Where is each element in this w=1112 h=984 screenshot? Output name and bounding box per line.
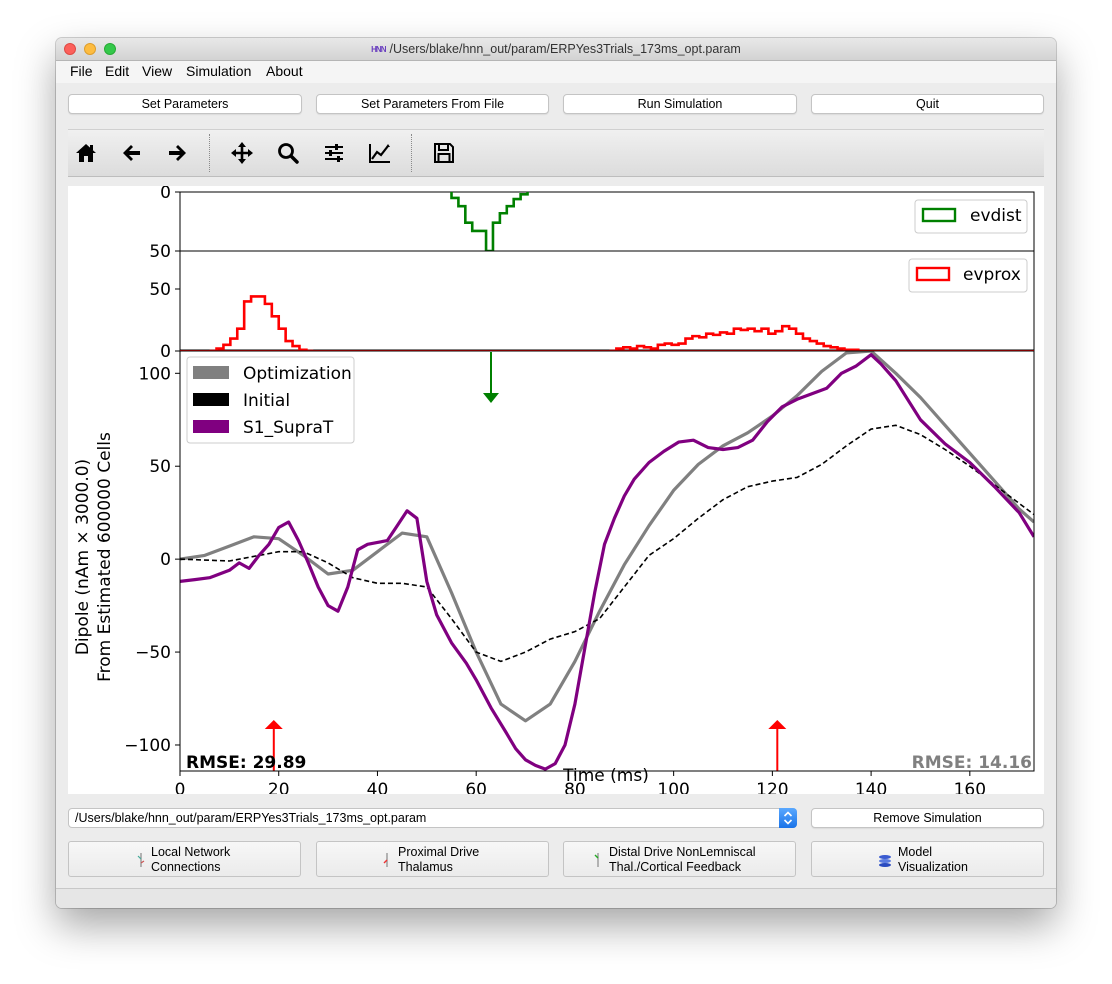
button-label-line2: Connections bbox=[151, 860, 221, 874]
button-label-line2: Visualization bbox=[898, 860, 968, 874]
y-tick-label: 0 bbox=[160, 550, 171, 570]
x-tick-label: 100 bbox=[657, 780, 689, 794]
button-label-line1: Proximal Drive bbox=[398, 845, 480, 859]
evdist-legend-label: evdist bbox=[970, 206, 1022, 226]
menu-simulation[interactable]: Simulation bbox=[186, 63, 251, 79]
legend-swatch bbox=[193, 420, 229, 433]
menu-about[interactable]: About bbox=[266, 63, 303, 79]
y-tick-label: 50 bbox=[149, 242, 171, 262]
evdist-axes bbox=[179, 191, 1035, 252]
run-simulation-button[interactable]: Run Simulation bbox=[563, 94, 797, 114]
menu-bar: File Edit View Simulation About bbox=[56, 61, 1056, 83]
x-axis-label: Time (ms) bbox=[562, 766, 649, 786]
menu-view[interactable]: View bbox=[142, 63, 172, 79]
distal-drive-button[interactable]: Distal Drive NonLemniscal Thal./Cortical … bbox=[563, 841, 796, 877]
save-icon[interactable] bbox=[430, 139, 458, 167]
zoom-icon[interactable] bbox=[274, 139, 302, 167]
y-axis-label-line1: Dipole (nAm × 3000.0) bbox=[73, 459, 93, 655]
back-icon[interactable] bbox=[118, 139, 146, 167]
proximal-drive-thalamus-button[interactable]: Proximal Drive Thalamus bbox=[316, 841, 549, 877]
toolbar-separator bbox=[411, 134, 412, 172]
proximal-drive-icon bbox=[381, 851, 393, 869]
button-label-line2: Thal./Cortical Feedback bbox=[609, 860, 742, 874]
rmse-initial-label: RMSE: 29.89 bbox=[186, 753, 306, 773]
menu-edit[interactable]: Edit bbox=[105, 63, 129, 79]
quit-button[interactable]: Quit bbox=[811, 94, 1044, 114]
y-axis-label: Dipole (nAm × 3000.0) From Estimated 6000… bbox=[73, 432, 115, 682]
chevron-updown-icon[interactable] bbox=[779, 808, 797, 828]
button-label-line1: Model bbox=[898, 845, 933, 859]
set-parameters-button[interactable]: Set Parameters bbox=[68, 94, 302, 114]
y-axis-label-line2: From Estimated 600000 Cells bbox=[95, 432, 115, 682]
evprox-axes bbox=[179, 250, 1035, 351]
network-icon bbox=[135, 851, 147, 869]
button-label-line1: Distal Drive NonLemniscal bbox=[609, 845, 756, 859]
main-legend: Optimization Initial S1_SupraT bbox=[186, 356, 355, 444]
remove-simulation-button[interactable]: Remove Simulation bbox=[811, 808, 1044, 828]
pan-icon[interactable] bbox=[228, 139, 256, 167]
menu-file[interactable]: File bbox=[70, 63, 93, 79]
plot-canvas[interactable]: 0 50 evdist 50 0 evprox 0 20 40 60 80 100 120 140 16… bbox=[68, 186, 1044, 794]
edit-axis-icon[interactable] bbox=[366, 139, 394, 167]
status-bar bbox=[56, 888, 1056, 908]
y-tick-label: 50 bbox=[149, 457, 171, 477]
y-tick-label: −50 bbox=[135, 643, 171, 663]
model-visualization-button[interactable]: Model Visualization bbox=[811, 841, 1044, 877]
x-tick-label: 60 bbox=[465, 780, 487, 794]
app-window: HNN/Users/blake/hnn_out/param/ERPYes3Tri… bbox=[56, 38, 1056, 908]
param-file-select[interactable]: /Users/blake/hnn_out/param/ERPYes3Trials… bbox=[68, 808, 797, 828]
button-label-line2: Thalamus bbox=[398, 860, 453, 874]
x-tick-label: 40 bbox=[367, 780, 389, 794]
legend-label: S1_SupraT bbox=[243, 418, 334, 438]
button-label-line1: Local Network bbox=[151, 845, 231, 859]
legend-swatch bbox=[193, 393, 229, 406]
x-tick-label: 120 bbox=[756, 780, 788, 794]
param-file-select-value: /Users/blake/hnn_out/param/ERPYes3Trials… bbox=[75, 811, 427, 825]
y-tick-label: 0 bbox=[160, 342, 171, 362]
plot-toolbar bbox=[68, 129, 1044, 177]
forward-icon[interactable] bbox=[163, 139, 191, 167]
model-visualization-icon bbox=[878, 851, 891, 869]
x-tick-label: 140 bbox=[855, 780, 887, 794]
legend-label: Initial bbox=[243, 391, 290, 411]
set-parameters-from-file-button[interactable]: Set Parameters From File bbox=[316, 94, 549, 114]
evprox-legend-label: evprox bbox=[963, 265, 1021, 285]
legend-swatch bbox=[193, 366, 229, 379]
window-title: /Users/blake/hnn_out/param/ERPYes3Trials… bbox=[389, 42, 741, 56]
toolbar-separator bbox=[209, 134, 210, 172]
y-tick-label: 50 bbox=[149, 280, 171, 300]
home-icon[interactable] bbox=[72, 139, 100, 167]
x-tick-label: 20 bbox=[268, 780, 290, 794]
rmse-optimization-label: RMSE: 14.16 bbox=[912, 753, 1032, 773]
x-tick-label: 0 bbox=[175, 780, 186, 794]
dipole-chart: 050evdist 500evprox 0 20 40 60 80 100 120 140 16… bbox=[73, 186, 1035, 794]
distal-drive-icon bbox=[592, 851, 604, 869]
x-tick-label: 160 bbox=[954, 780, 986, 794]
y-tick-label: 100 bbox=[139, 364, 171, 384]
y-tick-label: 0 bbox=[160, 186, 171, 203]
configure-subplots-icon[interactable] bbox=[320, 139, 348, 167]
legend-label: Optimization bbox=[243, 364, 352, 384]
app-logo-icon: HNN bbox=[371, 45, 386, 54]
title-bar[interactable]: HNN/Users/blake/hnn_out/param/ERPYes3Tri… bbox=[56, 38, 1056, 61]
y-tick-label: −100 bbox=[124, 736, 171, 756]
local-network-connections-button[interactable]: Local Network Connections bbox=[68, 841, 301, 877]
